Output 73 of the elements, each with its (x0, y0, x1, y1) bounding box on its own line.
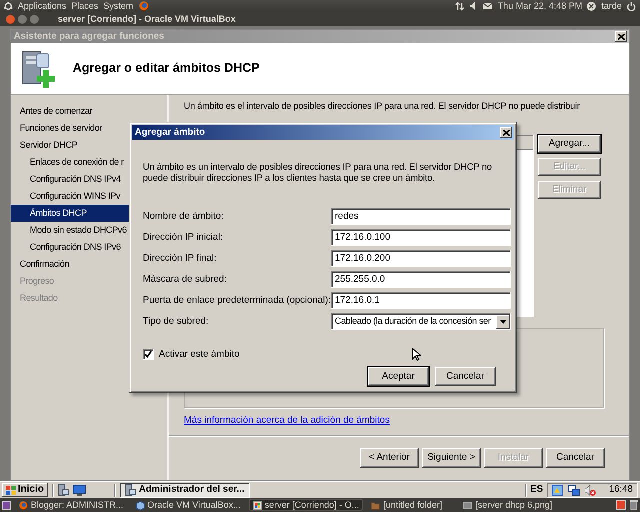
close-button[interactable] (615, 31, 627, 42)
minimize-button[interactable] (18, 14, 27, 24)
language-indicator[interactable]: ES (530, 484, 544, 496)
image-icon (463, 500, 472, 510)
cancel-button[interactable]: Cancelar (435, 367, 496, 386)
field-label: Dirección IP final: (143, 252, 218, 264)
caret-icon (500, 320, 507, 324)
trash-icon[interactable] (630, 500, 638, 510)
speaker-muted-icon[interactable] (585, 484, 596, 496)
close-button[interactable] (500, 127, 512, 138)
desktop-icon[interactable] (73, 484, 86, 496)
flag-icon (6, 486, 16, 494)
browser-icon[interactable] (138, 1, 149, 11)
close-icon (502, 130, 510, 136)
input-field[interactable]: 172.16.0.100 (331, 229, 512, 246)
menu-item[interactable]: Places (72, 0, 99, 12)
check-icon (145, 351, 152, 358)
clock-text[interactable]: 16:48 (609, 484, 633, 496)
checkbox-label: Activar este ámbito (159, 349, 240, 360)
close-icon (618, 34, 624, 40)
page-heading: Agregar o editar ámbitos DHCP (73, 61, 260, 76)
menu-item[interactable]: System (104, 0, 134, 12)
input-field[interactable]: 172.16.0.1 (331, 292, 512, 309)
dropdown-button[interactable] (496, 314, 510, 328)
taskbar-button[interactable]: server [Corriendo] - O... (248, 499, 364, 511)
field-label: Dirección IP inicial: (143, 232, 224, 244)
checkbox[interactable] (143, 349, 154, 360)
input-field[interactable]: redes (331, 208, 512, 225)
clock-text[interactable]: Thu Mar 22, 4:48 PM (498, 0, 582, 12)
window-title: server [Corriendo] - Oracle VM VirtualBox (58, 14, 236, 24)
network-icon[interactable] (454, 2, 465, 10)
description-text: Un ámbito es un intervalo de posibles direcciones IP para una red. El servidor DHCP no puede distribuir direcciones IP a los clientes hasta que se cree un ámbito. (143, 162, 494, 186)
virtualbox-icon (136, 500, 145, 510)
nav-button[interactable]: < Anterior (360, 448, 419, 468)
vm-tray-icon[interactable] (616, 500, 626, 510)
step-item[interactable]: Antes de comenzar (11, 103, 167, 120)
dialog-title: Agregar ámbito (135, 126, 206, 138)
user-name[interactable]: tarde (601, 0, 622, 12)
taskbar-button[interactable]: Blogger: ADMINISTR... (15, 499, 128, 511)
server-icon[interactable] (125, 484, 136, 496)
window-title: Asistente para agregar funciones (14, 30, 164, 42)
intro-text: Un ámbito es el intervalo de posibles direcciones IP para una red. El servidor DHCP no puede distribuir (184, 101, 580, 112)
taskbar-button[interactable]: Oracle VM VirtualBox... (132, 499, 245, 511)
window-icon (252, 500, 262, 510)
show-desktop-icon[interactable] (2, 500, 11, 510)
monitors-icon[interactable] (568, 484, 580, 496)
folder-icon (371, 500, 380, 510)
start-button[interactable]: Inicio (2, 483, 48, 497)
menu-item[interactable]: Applications (18, 0, 67, 12)
subnet-type-select[interactable]: Cableado (la duración de la concesión ser (331, 313, 512, 330)
cursor-icon (412, 348, 421, 361)
browser-icon (19, 500, 28, 510)
taskbar-button[interactable]: [server dhcp 6.png] (459, 499, 556, 511)
maximize-button[interactable] (30, 14, 39, 24)
nav-button[interactable]: Siguiente > (422, 448, 481, 468)
field-label: Máscara de subred: (143, 274, 228, 286)
ubuntu-logo-icon[interactable] (4, 2, 13, 10)
server-icon[interactable] (58, 484, 70, 496)
input-field[interactable]: 172.16.0.200 (331, 250, 512, 267)
power-icon[interactable] (627, 2, 636, 10)
add-button[interactable]: Agregar... (538, 134, 601, 153)
help-link[interactable]: Más información acerca de la adición de ámbitos (184, 414, 390, 426)
input-field[interactable]: 255.255.0.0 (331, 271, 512, 288)
field-label: Puerta de enlace predeterminada (opcional): (143, 294, 332, 306)
taskbar-button[interactable]: Administrador del ser... (120, 482, 250, 498)
field-label: Tipo de subred: (143, 316, 210, 328)
nav-button[interactable]: Cancelar (546, 448, 605, 468)
taskbar-button[interactable]: [untitled folder] (367, 499, 456, 511)
user-icon[interactable] (587, 2, 596, 10)
ok-button[interactable]: Aceptar (368, 367, 429, 386)
app-icon[interactable] (552, 484, 564, 496)
mail-icon[interactable] (482, 2, 493, 10)
speaker-icon[interactable] (470, 2, 478, 10)
